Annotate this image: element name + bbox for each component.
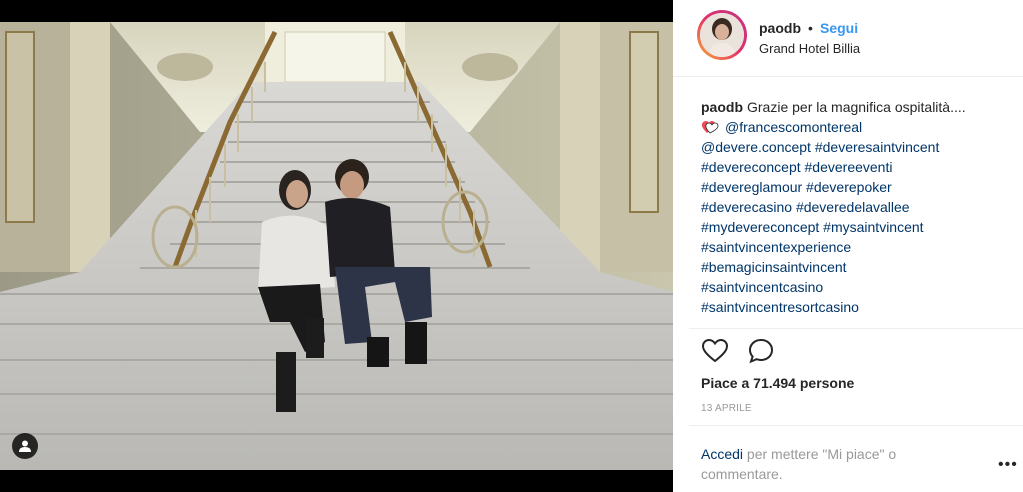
hashtag-line[interactable]: #saintvincentcasino [701, 277, 1016, 297]
hashtag-line[interactable]: #saintvincentexperience [701, 237, 1016, 257]
login-prompt: Accedi per mettere "Mi piace" o commenta… [701, 444, 961, 484]
hashtag-line[interactable]: #devereconcept #devereeventi [701, 157, 1016, 177]
like-button[interactable] [701, 337, 729, 365]
caption-username[interactable]: paodb [701, 99, 743, 115]
hashtag-line[interactable]: @devere.concept #deveresaintvincent [701, 137, 1016, 157]
likes-count[interactable]: Piace a 71.494 persone [701, 375, 854, 391]
photo-pane [0, 0, 673, 492]
comment-icon [748, 338, 774, 364]
post-date: 13 APRILE [701, 403, 752, 414]
post-photo[interactable] [0, 22, 673, 470]
heart-icon [701, 338, 729, 363]
location-link[interactable]: Grand Hotel Billia [759, 41, 860, 56]
hashtag-line[interactable]: #devereglamour #deverepoker [701, 177, 1016, 197]
username-link[interactable]: paodb [759, 20, 801, 36]
hashtag-line[interactable]: #deverecasino #deveredelavallee [701, 197, 1016, 217]
caption-first-line: paodb Grazie per la magnifica ospitalità.… [701, 97, 1016, 117]
login-link[interactable]: Accedi [701, 446, 743, 462]
separator-dot: • [808, 20, 813, 36]
avatar[interactable] [697, 10, 747, 60]
comment-button[interactable] [747, 337, 775, 365]
post-header: paodb • Segui Grand Hotel Billia [673, 0, 1023, 77]
avatar-image [700, 13, 744, 57]
user-tag-icon[interactable] [12, 433, 38, 459]
divider [689, 328, 1023, 329]
mention-link[interactable]: @francescomontereal [725, 119, 862, 135]
more-options-icon[interactable]: ••• [998, 456, 1018, 474]
hashtag-line[interactable]: #mydevereconcept #mysaintvincent [701, 217, 1016, 237]
heart-emoji-icon [701, 121, 719, 134]
caption-text: Grazie per la magnifica ospitalità.... [747, 99, 966, 115]
hashtag-line[interactable]: #saintvincentresortcasino [701, 297, 1016, 317]
post-caption: paodb Grazie per la magnifica ospitalità.… [701, 97, 1016, 317]
post-sidebar: paodb • Segui Grand Hotel Billia paodb Gr… [673, 0, 1023, 492]
post-photo-image [0, 22, 673, 470]
caption-mention-line: @francescomontereal [701, 117, 1016, 137]
follow-button[interactable]: Segui [820, 20, 858, 36]
divider [689, 425, 1023, 426]
hashtag-line[interactable]: #bemagicinsaintvincent [701, 257, 1016, 277]
